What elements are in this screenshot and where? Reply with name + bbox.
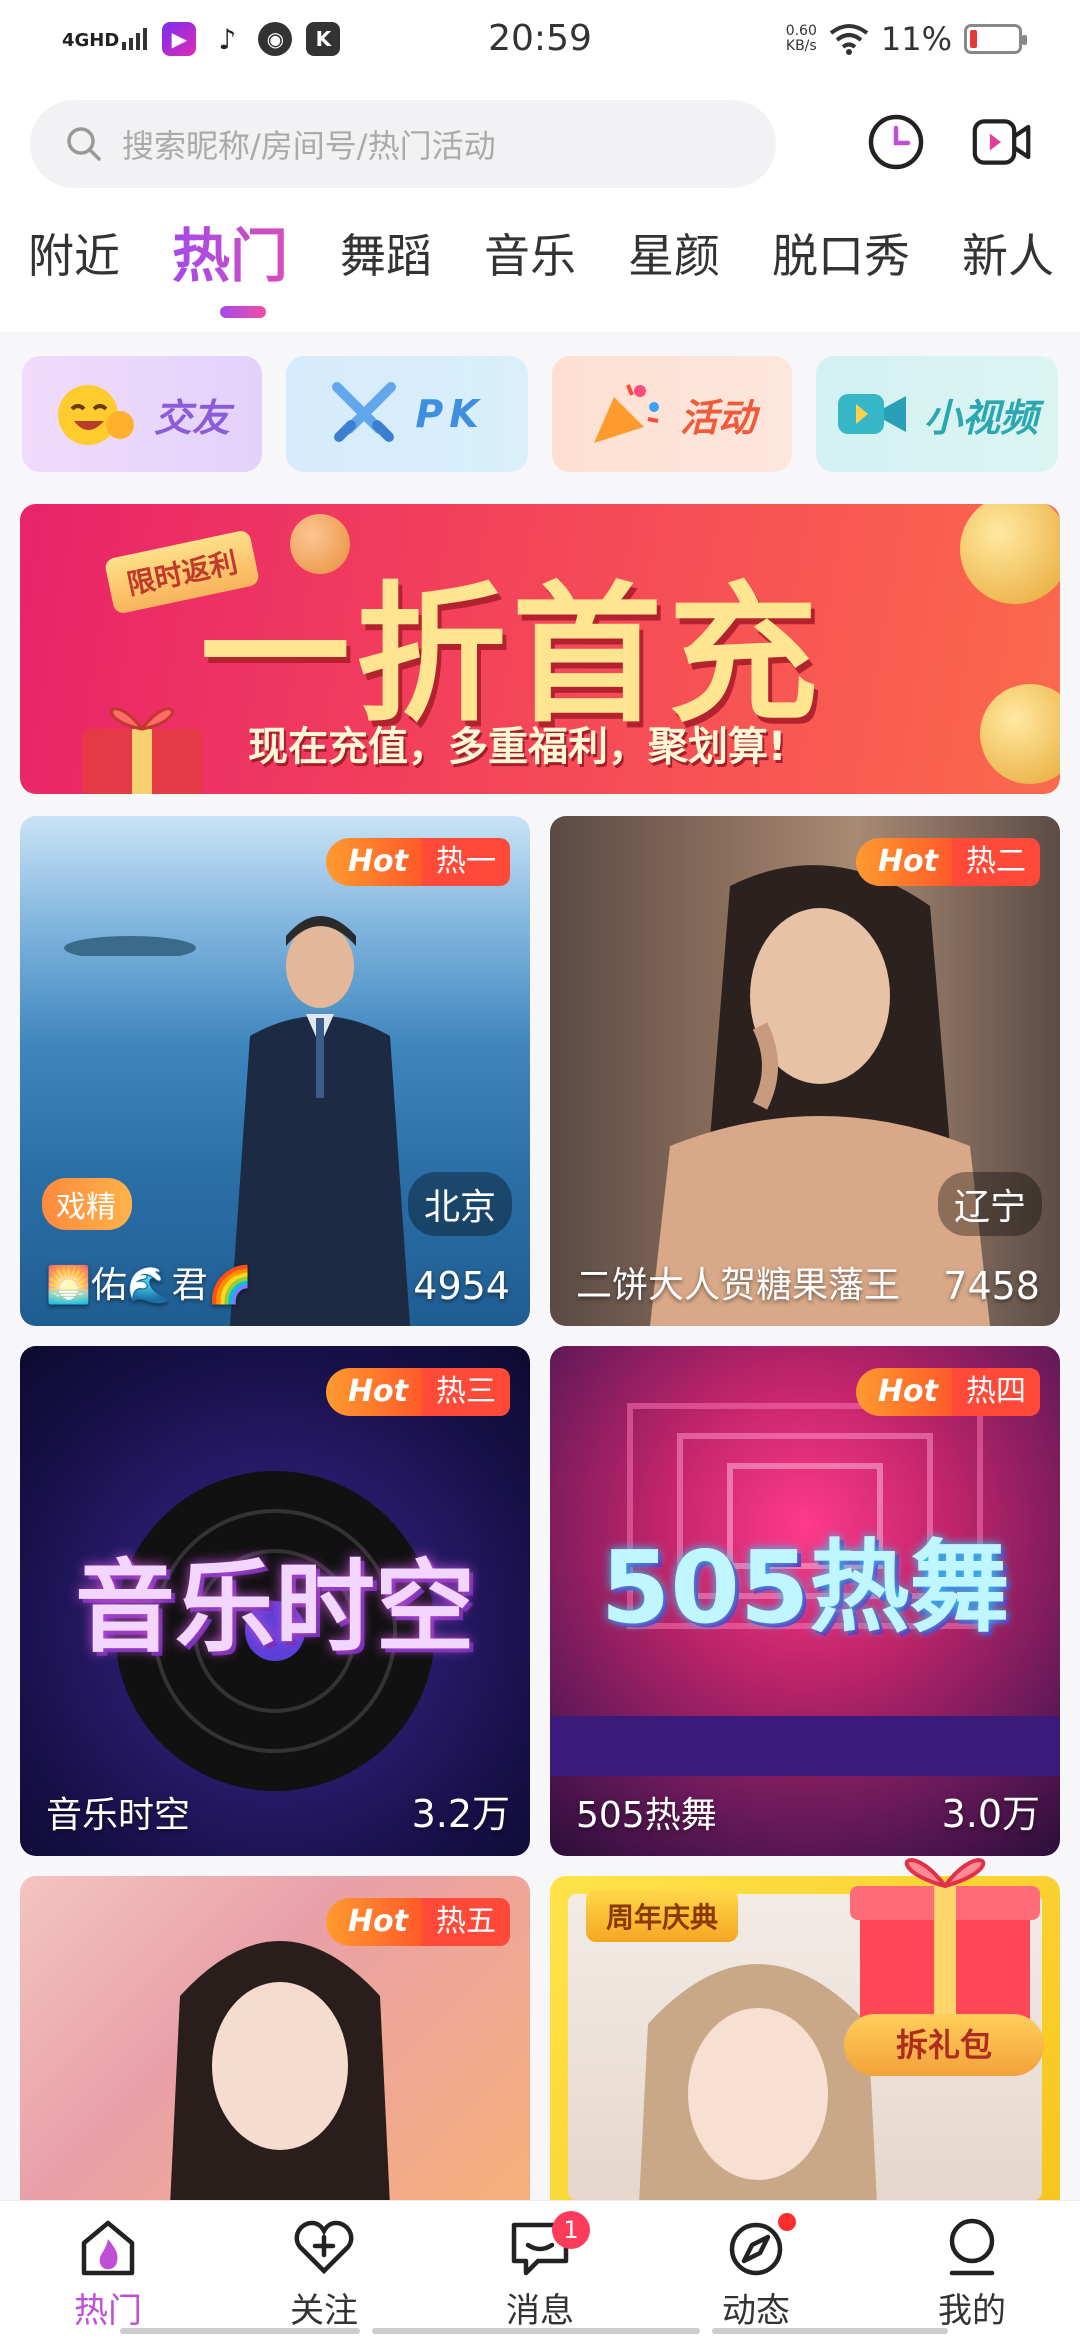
heart-plus-icon — [294, 2220, 354, 2275]
bottom-navigation: 热门 关注 1 消息 动态 我的 — [0, 2200, 1080, 2340]
room-title: 505热舞 — [576, 1795, 717, 1836]
quick-link-events[interactable]: 活动 — [552, 356, 792, 472]
island-image — [64, 936, 196, 956]
quick-link-label: 小视频 — [923, 395, 1038, 440]
promo-banner[interactable]: 一折首充 限时返利 现在充值，多重福利，聚划算! — [20, 504, 1060, 794]
nav-item-messages[interactable]: 1 消息 — [432, 2211, 648, 2332]
nav-label: 关注 — [290, 2291, 358, 2331]
tab-talk-show[interactable]: 脱口秀 — [772, 224, 962, 324]
nav-item-follow[interactable]: 关注 — [216, 2215, 432, 2332]
nav-label: 消息 — [506, 2291, 574, 2331]
battery-icon — [964, 24, 1027, 54]
room-card[interactable]: 505热舞 Hot 热四 505热舞 3.0万 — [550, 1346, 1060, 1856]
cover-title: 音乐时空 — [75, 1549, 475, 1666]
video-camera-icon[interactable] — [972, 112, 1032, 172]
tab-dance[interactable]: 舞蹈 — [340, 224, 484, 324]
viewer-count: 3.2万 — [411, 1792, 510, 1836]
tab-nearby[interactable]: 附近 — [28, 224, 172, 324]
nav-item-popular[interactable]: 热门 — [0, 2215, 216, 2332]
quick-link-label: PK — [415, 392, 485, 436]
hot-rank-badge: Hot 热四 — [855, 1368, 1040, 1416]
room-title: 音乐时空 — [46, 1795, 191, 1836]
quick-link-pk[interactable]: PK — [286, 356, 528, 472]
unread-badge: 1 — [552, 2211, 590, 2249]
laughing-emoji-icon — [57, 385, 134, 445]
history-clock-icon[interactable] — [866, 112, 926, 172]
room-location: 北京 — [407, 1172, 512, 1236]
search-placeholder: 搜索昵称/房间号/热门活动 — [122, 127, 496, 165]
nav-item-profile[interactable]: 我的 — [864, 2215, 1080, 2332]
quick-link-label: 活动 — [679, 395, 756, 440]
viewer-count: 3.0万 — [941, 1792, 1040, 1836]
battery-percent: 11% — [880, 20, 952, 58]
cover-title: 505热舞 — [600, 1529, 1010, 1646]
fire-home-icon — [81, 2220, 135, 2276]
room-tag: 戏精 — [42, 1178, 132, 1230]
gift-pack-widget[interactable]: 拆礼包 — [840, 1838, 1050, 2098]
gift-box-icon — [82, 707, 202, 794]
net-speed: 0.60 KB/s — [785, 23, 817, 54]
party-popper-icon — [593, 384, 659, 443]
room-card[interactable]: Hot 热五 — [20, 1876, 530, 2200]
new-activity-dot — [778, 2213, 796, 2231]
hot-rank-badge: Hot 热三 — [325, 1368, 510, 1416]
room-card[interactable]: 音乐时空 Hot 热三 音乐时空 3.2万 — [20, 1346, 530, 1856]
scroll-indicator — [120, 2328, 360, 2334]
nav-label: 动态 — [722, 2291, 790, 2331]
viewer-count: 7458 — [943, 1264, 1040, 1308]
hot-rank-badge: Hot 热一 — [325, 838, 510, 886]
scroll-indicator — [372, 2328, 700, 2334]
status-right: 0.60 KB/s 11% — [785, 20, 1027, 58]
nav-label: 热门 — [74, 2291, 142, 2331]
quick-link-short-video[interactable]: 小视频 — [816, 356, 1058, 472]
quick-link-make-friends[interactable]: 交友 — [22, 356, 262, 472]
banner-subtitle: 现在充值，多重福利，聚划算! — [248, 724, 787, 770]
quick-link-label: 交友 — [153, 395, 230, 440]
room-card[interactable]: Hot 热一 戏精 北京 🌅佑🌊君🌈 4954 — [20, 816, 530, 1326]
status-bar: 4GHD ▶ ♪ ◉ K 20:59 0.60 KB/s 11% — [0, 0, 1080, 84]
crossed-swords-icon — [332, 382, 397, 442]
category-tabs: 附近 热门 舞蹈 音乐 星颜 脱口秀 新人 — [28, 224, 1080, 324]
search-bar[interactable]: 搜索昵称/房间号/热门活动 — [30, 100, 776, 188]
room-location: 辽宁 — [937, 1172, 1042, 1236]
hot-rank-badge: Hot 热二 — [855, 838, 1040, 886]
wifi-icon — [829, 24, 869, 55]
gift-box-icon — [850, 1858, 1040, 2028]
viewer-count: 4954 — [413, 1264, 510, 1308]
hot-rank-badge: Hot 热五 — [325, 1898, 510, 1946]
open-gift-button[interactable]: 拆礼包 — [844, 2014, 1044, 2076]
room-title: 🌅佑🌊君🌈 — [46, 1265, 253, 1306]
tab-music[interactable]: 音乐 — [484, 224, 628, 324]
active-tab-indicator — [220, 306, 266, 318]
search-icon — [67, 127, 101, 161]
anniversary-badge: 周年庆典 — [586, 1890, 739, 1942]
scroll-indicator — [712, 2328, 948, 2334]
host-photo — [170, 1941, 390, 2200]
nav-label: 我的 — [938, 2291, 1006, 2331]
tab-star-face[interactable]: 星颜 — [628, 224, 772, 324]
host-photo — [650, 865, 990, 1326]
room-title: 二饼大人贺糖果藩王 — [576, 1265, 901, 1306]
profile-icon — [949, 2218, 995, 2276]
tab-newcomer[interactable]: 新人 — [962, 224, 1080, 324]
video-camera-icon — [837, 394, 906, 434]
room-card[interactable]: Hot 热二 辽宁 二饼大人贺糖果藩王 7458 — [550, 816, 1060, 1326]
coin-decoration — [980, 684, 1060, 784]
coin-decoration — [960, 504, 1060, 604]
nav-item-feed[interactable]: 动态 — [648, 2213, 864, 2332]
